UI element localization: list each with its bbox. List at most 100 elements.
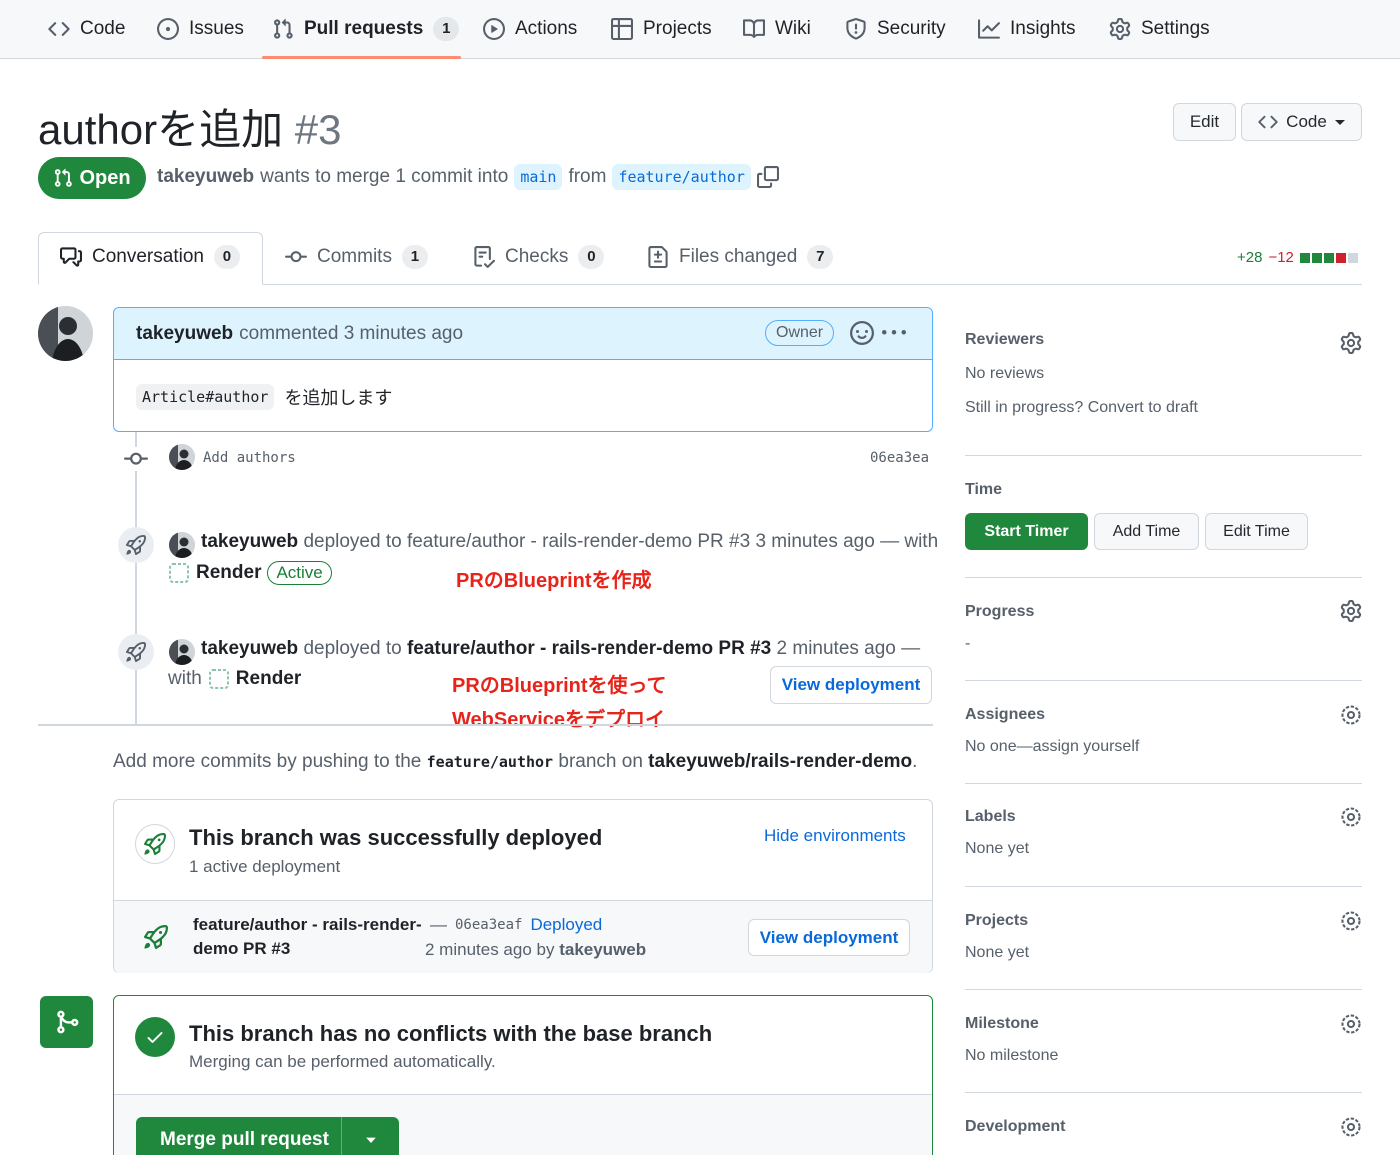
deploy-box-subtitle: 1 active deployment bbox=[189, 857, 341, 876]
comment-time[interactable]: commented 3 minutes ago bbox=[239, 323, 463, 345]
code-icon bbox=[48, 18, 70, 40]
edit-time-button[interactable]: Edit Time bbox=[1205, 513, 1308, 550]
hide-environments-link[interactable]: Hide environments bbox=[764, 826, 906, 846]
gear-icon[interactable] bbox=[1340, 600, 1362, 622]
start-timer-button[interactable]: Start Timer bbox=[965, 513, 1088, 550]
tab-commits[interactable]: Commits 1 bbox=[285, 245, 428, 269]
deploy-2-actor[interactable]: takeyuweb bbox=[201, 638, 298, 659]
pr-number: #3 bbox=[294, 106, 342, 153]
nav-settings-label: Settings bbox=[1141, 18, 1210, 39]
rocket-icon bbox=[144, 925, 168, 949]
nav-security[interactable]: Security bbox=[845, 0, 946, 58]
deployment-dash: — bbox=[430, 915, 447, 934]
commit-author-avatar[interactable] bbox=[169, 444, 195, 470]
edit-title-button[interactable]: Edit bbox=[1173, 103, 1236, 141]
graph-icon bbox=[978, 18, 1000, 40]
check-circle bbox=[135, 1017, 175, 1057]
checklist-icon bbox=[473, 246, 495, 268]
sidebar-milestone-title[interactable]: Milestone bbox=[965, 1015, 1362, 1033]
deploy-1-service[interactable]: Render bbox=[196, 562, 261, 584]
push-hint: Add more commits by pushing to the featu… bbox=[113, 751, 917, 773]
code-dropdown-button[interactable]: Code bbox=[1241, 103, 1362, 141]
deployment-env-line1[interactable]: feature/author - rails-render- bbox=[193, 915, 422, 935]
deploy-2-service[interactable]: Render bbox=[236, 668, 301, 690]
pr-author-link[interactable]: takeyuweb bbox=[157, 166, 254, 188]
merge-pull-request-button[interactable]: Merge pull request bbox=[136, 1117, 399, 1155]
sidebar-projects: Projects None yet bbox=[965, 910, 1362, 972]
annotation-1: PRのBlueprintを作成 bbox=[456, 570, 652, 592]
deployment-status-line: — 06ea3eaf Deployed bbox=[430, 915, 602, 935]
convert-to-draft-link[interactable]: Still in progress? Convert to draft bbox=[965, 399, 1362, 417]
gear-icon[interactable] bbox=[1340, 1116, 1362, 1138]
play-icon bbox=[483, 18, 505, 40]
annotation-2-line1: PRのBlueprintを使って bbox=[452, 675, 667, 697]
nav-pull-requests[interactable]: Pull requests 1 bbox=[272, 0, 460, 58]
sidebar-development-title[interactable]: Development bbox=[965, 1118, 1362, 1136]
comment-body-text: を追加します bbox=[284, 388, 393, 408]
nav-issues[interactable]: Issues bbox=[157, 0, 244, 58]
assign-yourself-link[interactable]: No one—assign yourself bbox=[965, 738, 1362, 756]
deployment-status[interactable]: Deployed bbox=[530, 915, 602, 935]
deploy-actor-avatar[interactable] bbox=[169, 532, 195, 558]
view-deployment-button[interactable]: View deployment bbox=[770, 666, 932, 704]
table-icon bbox=[611, 18, 633, 40]
tab-conversation[interactable]: Conversation 0 bbox=[60, 245, 240, 269]
sidebar-assignees-title[interactable]: Assignees bbox=[965, 706, 1362, 724]
tab-commits-label: Commits bbox=[317, 246, 392, 267]
pull-request-icon bbox=[53, 168, 73, 188]
sidebar-progress: Progress - bbox=[965, 600, 1362, 663]
caret-down-icon bbox=[1334, 117, 1345, 127]
nav-wiki-label: Wiki bbox=[775, 18, 811, 39]
sidebar-reviewers-value: No reviews bbox=[965, 365, 1045, 382]
sidebar-divider bbox=[965, 989, 1362, 990]
nav-wiki[interactable]: Wiki bbox=[743, 0, 811, 58]
sidebar-divider bbox=[965, 783, 1362, 784]
gear-icon[interactable] bbox=[1340, 332, 1362, 354]
deploy-1-actor[interactable]: takeyuweb bbox=[201, 531, 298, 552]
nav-projects[interactable]: Projects bbox=[611, 0, 712, 58]
commit-sha[interactable]: 06ea3ea bbox=[870, 450, 929, 466]
comment-author[interactable]: takeyuweb bbox=[136, 323, 233, 345]
sidebar-divider bbox=[965, 886, 1362, 887]
kebab-horizontal-icon[interactable] bbox=[882, 321, 906, 345]
nav-insights[interactable]: Insights bbox=[978, 0, 1075, 58]
commit-message[interactable]: Add authors bbox=[203, 450, 296, 466]
copy-icon[interactable] bbox=[756, 166, 779, 188]
avatar[interactable] bbox=[38, 306, 93, 361]
sidebar-milestone: Milestone No milestone bbox=[965, 1013, 1362, 1075]
gear-icon[interactable] bbox=[1340, 704, 1362, 726]
caret-down-icon[interactable] bbox=[342, 1134, 399, 1146]
book-icon bbox=[743, 18, 765, 40]
head-branch[interactable]: feature/author bbox=[612, 164, 751, 190]
deployment-env-line2[interactable]: demo PR #3 bbox=[193, 939, 290, 959]
deploy-2-env[interactable]: feature/author - rails-render-demo PR #3 bbox=[407, 638, 771, 659]
sidebar-projects-title[interactable]: Projects bbox=[965, 912, 1362, 930]
deploy-box-title: This branch was successfully deployed bbox=[189, 825, 603, 850]
nav-code[interactable]: Code bbox=[48, 0, 125, 58]
nav-settings[interactable]: Settings bbox=[1109, 0, 1210, 58]
add-time-button[interactable]: Add Time bbox=[1094, 513, 1199, 550]
tab-files-changed[interactable]: Files changed 7 bbox=[647, 245, 834, 269]
deploy-actor-avatar[interactable] bbox=[169, 639, 195, 665]
tab-checks[interactable]: Checks 0 bbox=[473, 245, 605, 269]
deployment-by[interactable]: takeyuweb bbox=[559, 940, 646, 959]
sidebar-labels-title[interactable]: Labels bbox=[965, 808, 1362, 826]
pr-title-text: authorを追加 bbox=[38, 106, 284, 153]
timeline-line bbox=[135, 432, 137, 725]
view-deployment-button[interactable]: View deployment bbox=[748, 919, 910, 956]
deployment-sha[interactable]: 06ea3eaf bbox=[455, 917, 522, 933]
sidebar-divider bbox=[965, 455, 1362, 456]
sidebar-reviewers-title[interactable]: Reviewers bbox=[965, 331, 1362, 349]
base-branch[interactable]: main bbox=[514, 164, 563, 190]
gear-icon[interactable] bbox=[1340, 1013, 1362, 1035]
nav-actions[interactable]: Actions bbox=[483, 0, 577, 58]
tab-commits-count: 1 bbox=[401, 245, 428, 269]
nav-pull-requests-label: Pull requests bbox=[304, 18, 424, 39]
tab-conversation-label: Conversation bbox=[92, 246, 204, 267]
push-hint-repo[interactable]: takeyuweb/rails-render-demo bbox=[648, 751, 912, 772]
gear-icon[interactable] bbox=[1340, 910, 1362, 932]
gear-icon[interactable] bbox=[1340, 806, 1362, 828]
sidebar-progress-title[interactable]: Progress bbox=[965, 603, 1362, 621]
deployment-status-box: This branch was successfully deployed 1 … bbox=[113, 799, 933, 973]
smiley-icon[interactable] bbox=[850, 321, 874, 345]
